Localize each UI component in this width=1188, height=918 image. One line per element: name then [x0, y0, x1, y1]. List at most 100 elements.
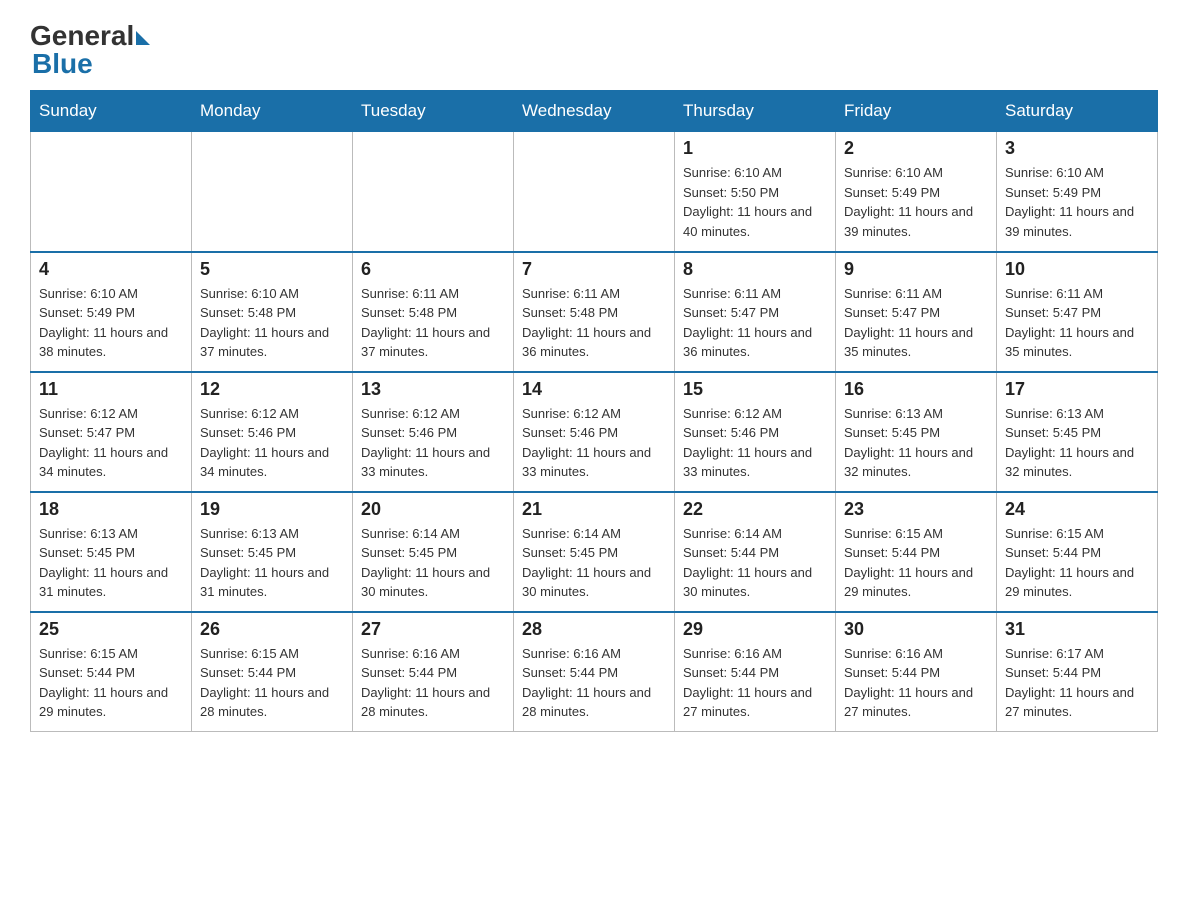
calendar-cell: 22Sunrise: 6:14 AM Sunset: 5:44 PM Dayli… [675, 492, 836, 612]
day-number: 23 [844, 499, 988, 520]
day-number: 28 [522, 619, 666, 640]
day-info: Sunrise: 6:16 AM Sunset: 5:44 PM Dayligh… [361, 644, 505, 722]
day-info: Sunrise: 6:12 AM Sunset: 5:46 PM Dayligh… [200, 404, 344, 482]
logo-arrow-icon [136, 31, 150, 45]
calendar-cell: 14 Sunrise: 6:12 AM Sunset: 5:46 PM Dayli… [514, 372, 675, 492]
calendar-cell: 27 Sunrise: 6:16 AM Sunset: 5:44 PM Dayli… [353, 612, 514, 732]
day-info: Sunrise: 6:10 AM Sunset: 5:49 PM Dayligh… [1005, 163, 1149, 241]
day-info: Sunrise: 6:13 AM Sunset: 5:45 PM Dayligh… [1005, 404, 1149, 482]
day-number: 9 [844, 259, 988, 280]
calendar-cell: 29Sunrise: 6:16 AM Sunset: 5:44 PM Dayli… [675, 612, 836, 732]
day-number: 30 [844, 619, 988, 640]
day-number: 4 [39, 259, 183, 280]
day-info: Sunrise: 6:12 AM Sunset: 5:46 PM Dayligh… [522, 404, 666, 482]
day-number: 15 [683, 379, 827, 400]
page-header: General Blue [30, 20, 1158, 80]
day-number: 16 [844, 379, 988, 400]
day-number: 21 [522, 499, 666, 520]
calendar-cell: 7 Sunrise: 6:11 AM Sunset: 5:48 PM Daylig… [514, 252, 675, 372]
calendar-week-row: 4 Sunrise: 6:10 AM Sunset: 5:49 PM Daylig… [31, 252, 1158, 372]
day-info: Sunrise: 6:12 AM Sunset: 5:46 PM Dayligh… [683, 404, 827, 482]
day-number: 7 [522, 259, 666, 280]
day-info: Sunrise: 6:17 AM Sunset: 5:44 PM Dayligh… [1005, 644, 1149, 722]
calendar-cell [353, 132, 514, 252]
day-number: 2 [844, 138, 988, 159]
calendar-cell: 23Sunrise: 6:15 AM Sunset: 5:44 PM Dayli… [836, 492, 997, 612]
calendar-header-row: SundayMondayTuesdayWednesdayThursdayFrid… [31, 91, 1158, 132]
day-info: Sunrise: 6:13 AM Sunset: 5:45 PM Dayligh… [39, 524, 183, 602]
calendar-cell: 8 Sunrise: 6:11 AM Sunset: 5:47 PM Daylig… [675, 252, 836, 372]
day-number: 17 [1005, 379, 1149, 400]
day-info: Sunrise: 6:10 AM Sunset: 5:50 PM Dayligh… [683, 163, 827, 241]
day-info: Sunrise: 6:11 AM Sunset: 5:48 PM Dayligh… [361, 284, 505, 362]
day-info: Sunrise: 6:10 AM Sunset: 5:49 PM Dayligh… [844, 163, 988, 241]
day-number: 24 [1005, 499, 1149, 520]
day-info: Sunrise: 6:16 AM Sunset: 5:44 PM Dayligh… [844, 644, 988, 722]
day-info: Sunrise: 6:14 AM Sunset: 5:45 PM Dayligh… [522, 524, 666, 602]
day-of-week-header: Thursday [675, 91, 836, 132]
day-info: Sunrise: 6:15 AM Sunset: 5:44 PM Dayligh… [1005, 524, 1149, 602]
day-info: Sunrise: 6:14 AM Sunset: 5:45 PM Dayligh… [361, 524, 505, 602]
day-number: 8 [683, 259, 827, 280]
calendar-week-row: 25 Sunrise: 6:15 AM Sunset: 5:44 PM Dayli… [31, 612, 1158, 732]
day-info: Sunrise: 6:11 AM Sunset: 5:47 PM Dayligh… [683, 284, 827, 362]
day-number: 29 [683, 619, 827, 640]
day-info: Sunrise: 6:16 AM Sunset: 5:44 PM Dayligh… [522, 644, 666, 722]
calendar-cell: 17 Sunrise: 6:13 AM Sunset: 5:45 PM Dayli… [997, 372, 1158, 492]
calendar-cell: 21 Sunrise: 6:14 AM Sunset: 5:45 PM Dayli… [514, 492, 675, 612]
calendar-cell: 28 Sunrise: 6:16 AM Sunset: 5:44 PM Dayli… [514, 612, 675, 732]
day-number: 3 [1005, 138, 1149, 159]
calendar-cell: 30 Sunrise: 6:16 AM Sunset: 5:44 PM Dayli… [836, 612, 997, 732]
calendar-cell: 26Sunrise: 6:15 AM Sunset: 5:44 PM Dayli… [192, 612, 353, 732]
calendar-cell: 18Sunrise: 6:13 AM Sunset: 5:45 PM Dayli… [31, 492, 192, 612]
day-of-week-header: Monday [192, 91, 353, 132]
calendar-cell: 1 Sunrise: 6:10 AM Sunset: 5:50 PM Daylig… [675, 132, 836, 252]
day-number: 27 [361, 619, 505, 640]
calendar-cell: 20Sunrise: 6:14 AM Sunset: 5:45 PM Dayli… [353, 492, 514, 612]
day-of-week-header: Wednesday [514, 91, 675, 132]
day-of-week-header: Saturday [997, 91, 1158, 132]
calendar-cell: 24 Sunrise: 6:15 AM Sunset: 5:44 PM Dayli… [997, 492, 1158, 612]
day-info: Sunrise: 6:11 AM Sunset: 5:47 PM Dayligh… [1005, 284, 1149, 362]
calendar-cell: 31 Sunrise: 6:17 AM Sunset: 5:44 PM Dayli… [997, 612, 1158, 732]
calendar-cell: 4 Sunrise: 6:10 AM Sunset: 5:49 PM Daylig… [31, 252, 192, 372]
calendar-table: SundayMondayTuesdayWednesdayThursdayFrid… [30, 90, 1158, 732]
day-of-week-header: Friday [836, 91, 997, 132]
day-info: Sunrise: 6:11 AM Sunset: 5:48 PM Dayligh… [522, 284, 666, 362]
calendar-cell: 10 Sunrise: 6:11 AM Sunset: 5:47 PM Dayli… [997, 252, 1158, 372]
logo: General Blue [30, 20, 150, 80]
day-info: Sunrise: 6:12 AM Sunset: 5:47 PM Dayligh… [39, 404, 183, 482]
day-number: 22 [683, 499, 827, 520]
day-number: 26 [200, 619, 344, 640]
day-of-week-header: Sunday [31, 91, 192, 132]
logo-blue-text: Blue [32, 48, 93, 80]
calendar-cell: 25 Sunrise: 6:15 AM Sunset: 5:44 PM Dayli… [31, 612, 192, 732]
day-number: 5 [200, 259, 344, 280]
day-info: Sunrise: 6:12 AM Sunset: 5:46 PM Dayligh… [361, 404, 505, 482]
day-number: 10 [1005, 259, 1149, 280]
calendar-cell: 13 Sunrise: 6:12 AM Sunset: 5:46 PM Dayli… [353, 372, 514, 492]
calendar-cell: 15 Sunrise: 6:12 AM Sunset: 5:46 PM Dayli… [675, 372, 836, 492]
calendar-cell: 16 Sunrise: 6:13 AM Sunset: 5:45 PM Dayli… [836, 372, 997, 492]
day-number: 1 [683, 138, 827, 159]
day-number: 11 [39, 379, 183, 400]
calendar-cell: 6Sunrise: 6:11 AM Sunset: 5:48 PM Daylig… [353, 252, 514, 372]
calendar-week-row: 11 Sunrise: 6:12 AM Sunset: 5:47 PM Dayli… [31, 372, 1158, 492]
day-info: Sunrise: 6:15 AM Sunset: 5:44 PM Dayligh… [39, 644, 183, 722]
day-number: 31 [1005, 619, 1149, 640]
day-number: 14 [522, 379, 666, 400]
calendar-cell: 11 Sunrise: 6:12 AM Sunset: 5:47 PM Dayli… [31, 372, 192, 492]
day-info: Sunrise: 6:10 AM Sunset: 5:49 PM Dayligh… [39, 284, 183, 362]
calendar-cell: 3 Sunrise: 6:10 AM Sunset: 5:49 PM Daylig… [997, 132, 1158, 252]
day-number: 13 [361, 379, 505, 400]
day-number: 19 [200, 499, 344, 520]
calendar-cell [514, 132, 675, 252]
calendar-cell [192, 132, 353, 252]
calendar-cell: 19Sunrise: 6:13 AM Sunset: 5:45 PM Dayli… [192, 492, 353, 612]
day-number: 25 [39, 619, 183, 640]
day-info: Sunrise: 6:11 AM Sunset: 5:47 PM Dayligh… [844, 284, 988, 362]
calendar-cell: 5Sunrise: 6:10 AM Sunset: 5:48 PM Daylig… [192, 252, 353, 372]
calendar-cell: 12 Sunrise: 6:12 AM Sunset: 5:46 PM Dayli… [192, 372, 353, 492]
day-number: 12 [200, 379, 344, 400]
day-info: Sunrise: 6:13 AM Sunset: 5:45 PM Dayligh… [844, 404, 988, 482]
